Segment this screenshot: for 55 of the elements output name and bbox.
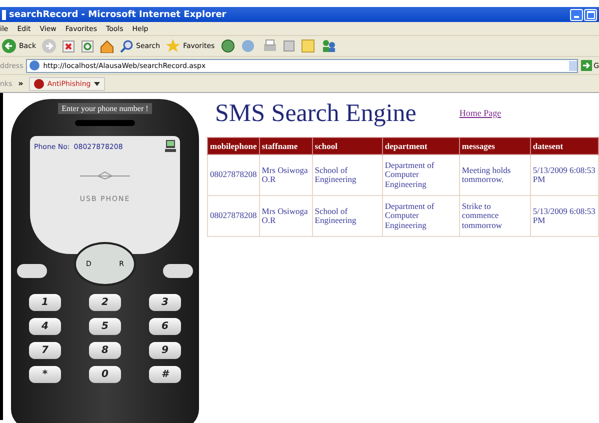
keypad-key[interactable]: #	[149, 366, 181, 383]
column-header: messages	[459, 138, 530, 154]
column-header: mobilephone	[208, 138, 260, 154]
column-header: staffname	[259, 138, 312, 154]
table-cell: Department of Computer Engineering	[382, 196, 460, 236]
table-cell: Mrs Osiwoga O.R	[259, 196, 312, 236]
keypad-key[interactable]: 1	[29, 294, 61, 311]
search-icon	[120, 40, 133, 52]
go-arrow-icon	[580, 60, 592, 71]
keypad-key[interactable]: 9	[149, 342, 181, 359]
page-icon	[29, 60, 40, 71]
people-icon[interactable]	[320, 39, 337, 53]
page-heading: SMS Search Engine	[215, 100, 416, 128]
keypad-key[interactable]: 2	[89, 294, 121, 311]
keypad-key[interactable]: 0	[89, 366, 121, 383]
minimize-button[interactable]	[570, 8, 583, 20]
refresh-icon[interactable]	[81, 40, 94, 52]
keypad-key[interactable]: 6	[149, 318, 181, 335]
table-cell: 5/13/2009 6:08:53 PM	[530, 196, 598, 236]
star-icon	[166, 39, 180, 53]
keypad-key[interactable]: 7	[29, 342, 61, 359]
end-call-key[interactable]	[163, 264, 193, 278]
table-cell: 08027878208	[208, 196, 260, 236]
printer-icon[interactable]	[262, 39, 277, 53]
home-page-link[interactable]: Home Page	[459, 108, 502, 118]
keypad-key[interactable]: 8	[89, 342, 121, 359]
keypad-key[interactable]: *	[29, 366, 61, 383]
table-cell: Meeting holds tommorrow.	[459, 154, 530, 196]
table-cell: Department of Computer Engineering	[382, 154, 460, 196]
stop-icon[interactable]	[62, 40, 75, 52]
app-icon	[2, 10, 6, 20]
chevron-button[interactable]: »	[18, 79, 24, 88]
column-header: school	[312, 138, 382, 154]
note-icon[interactable]	[300, 39, 315, 53]
keypad-key[interactable]: 4	[29, 318, 61, 335]
table-cell: Mrs Osiwoga O.R	[259, 154, 312, 196]
keypad-key[interactable]: 3	[149, 294, 181, 311]
table-cell: 5/13/2009 6:08:53 PM	[530, 154, 598, 196]
column-header: datesent	[530, 138, 598, 154]
wing-logo-icon	[80, 171, 130, 181]
back-arrow-icon	[2, 39, 16, 53]
maximize-button[interactable]	[584, 8, 597, 20]
phone-prompt: Enter your phone number !	[58, 103, 152, 114]
window-title: searchRecord - Microsoft Internet Explorer	[9, 10, 228, 20]
caret-icon	[94, 82, 100, 86]
table-cell: Strike to commence tommorrow	[459, 196, 530, 236]
table-cell: 08027878208	[208, 154, 260, 196]
table-cell: School of Engineering	[312, 196, 382, 236]
table-cell: School of Engineering	[312, 154, 382, 196]
computer-icon	[165, 140, 176, 153]
circle-icon	[34, 78, 44, 88]
home-icon[interactable]	[100, 40, 114, 52]
column-header: department	[382, 138, 460, 154]
keypad-key[interactable]: 5	[89, 318, 121, 335]
call-key[interactable]	[17, 264, 47, 278]
